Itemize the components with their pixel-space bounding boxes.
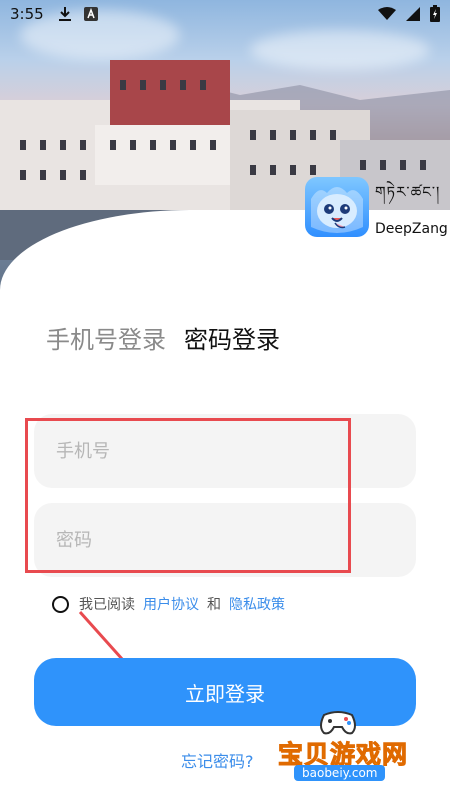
status-bar: 3:55 — [0, 0, 450, 28]
highlight-annotation-box — [25, 418, 351, 573]
gamepad-icon — [320, 711, 356, 735]
watermark-url: baobeiy.com — [294, 765, 386, 781]
battery-charging-icon — [430, 5, 440, 22]
signal-icon — [406, 6, 420, 21]
agreement-checkbox[interactable] — [52, 595, 69, 613]
app-icon — [83, 7, 98, 21]
user-agreement-link[interactable]: 用户协议 — [143, 594, 199, 614]
login-tabs: 手机号登录 密码登录 — [46, 320, 280, 355]
watermark: 宝贝游戏网 baobeiy.com — [270, 705, 445, 795]
agreement-and: 和 — [207, 597, 221, 613]
download-icon — [58, 7, 71, 21]
status-time: 3:55 — [10, 5, 44, 23]
logo-name: DeepZang — [375, 221, 448, 237]
tab-password-login[interactable]: 密码登录 — [184, 320, 280, 355]
privacy-policy-link[interactable]: 隐私政策 — [229, 594, 285, 614]
wifi-icon — [378, 6, 396, 20]
logo-tibetan-text: གཏེར་ཚང་། — [375, 183, 441, 201]
tab-phone-login[interactable]: 手机号登录 — [46, 320, 166, 355]
app-logo: གཏེར་ཚང་། DeepZang — [305, 176, 448, 237]
mascot-icon — [305, 176, 369, 237]
forgot-password-link[interactable]: 忘记密码? — [181, 748, 254, 772]
agreement-row: 我已阅读 用户协议 和 隐私政策 — [52, 594, 285, 614]
agreement-prefix: 我已阅读 — [79, 597, 135, 613]
